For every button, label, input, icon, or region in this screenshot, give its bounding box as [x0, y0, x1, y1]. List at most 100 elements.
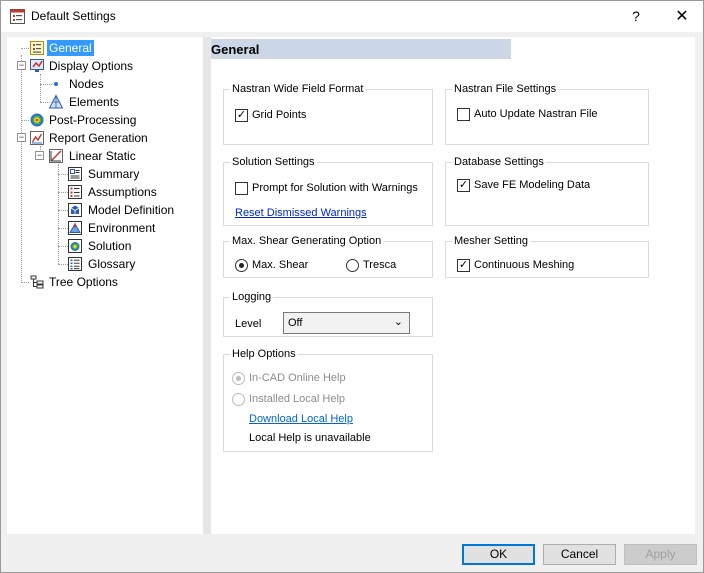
display-options-icon: [30, 59, 44, 72]
tree-item-display-options[interactable]: − Display Options: [7, 57, 197, 75]
prompt-warnings-checkbox[interactable]: [235, 182, 248, 195]
logging-level-value: Off: [288, 317, 303, 329]
window-title: Default Settings: [31, 9, 116, 23]
grid-points-checkbox[interactable]: ✓: [235, 109, 248, 122]
tree-item-solution[interactable]: Solution: [7, 237, 197, 255]
download-local-help-link[interactable]: Download Local Help: [249, 413, 353, 425]
tree-item-summary[interactable]: Summary: [7, 165, 197, 183]
group-legend: Logging: [232, 291, 272, 303]
tree-item-general[interactable]: General: [7, 39, 197, 57]
solution-settings-group: Solution Settings Prompt for Solution wi…: [223, 156, 433, 226]
tree-item-label: General: [47, 40, 94, 56]
local-help-status: Local Help is unavailable: [249, 432, 371, 444]
general-settings-icon: [30, 41, 44, 55]
tresca-radio[interactable]: [346, 259, 359, 272]
save-fe-data-checkbox[interactable]: ✓: [457, 179, 470, 192]
help-icon[interactable]: ?: [621, 1, 651, 32]
tree-item-tree-options[interactable]: Tree Options: [7, 273, 197, 291]
ok-button[interactable]: OK: [462, 544, 535, 565]
environment-icon: [68, 221, 82, 235]
apply-button[interactable]: Apply: [624, 544, 697, 565]
auto-update-nastran-label: Auto Update Nastran File: [474, 108, 598, 120]
page-area: Nastran Wide Field Format ✓ Grid Points …: [211, 61, 695, 534]
tree-item-label: Model Definition: [88, 203, 175, 217]
local-help-label: Installed Local Help: [249, 393, 346, 405]
logging-group: Logging Level Off ⌄: [223, 291, 433, 337]
tree-item-label: Linear Static: [69, 149, 136, 163]
elements-icon: [48, 94, 64, 109]
model-definition-icon: [68, 203, 82, 217]
max-shear-label: Max. Shear: [252, 259, 309, 271]
tree-item-label: Tree Options: [49, 275, 118, 289]
collapse-icon[interactable]: −: [35, 151, 44, 160]
glossary-icon: [68, 257, 82, 271]
node-dot-icon: [54, 82, 58, 86]
post-processing-icon: [30, 113, 44, 127]
group-legend: Mesher Setting: [454, 235, 528, 247]
tree-item-label: Summary: [88, 167, 140, 181]
continuous-meshing-label: Continuous Meshing: [474, 259, 575, 271]
online-help-label: In-CAD Online Help: [249, 372, 346, 384]
save-fe-data-label: Save FE Modeling Data: [474, 179, 591, 191]
max-shear-radio[interactable]: [235, 259, 248, 272]
database-settings-group: Database Settings ✓ Save FE Modeling Dat…: [445, 156, 649, 226]
settings-page: General Nastran Wide Field Format ✓ Grid…: [211, 37, 695, 534]
tree-item-elements[interactable]: Elements: [7, 93, 197, 111]
nastran-wide-field-group: Nastran Wide Field Format ✓ Grid Points: [223, 83, 433, 145]
auto-update-nastran-checkbox[interactable]: [457, 108, 470, 121]
collapse-icon[interactable]: −: [17, 133, 26, 142]
logging-level-dropdown[interactable]: Off ⌄: [283, 312, 410, 334]
assumptions-icon: [68, 185, 82, 199]
tree-item-environment[interactable]: Environment: [7, 219, 197, 237]
tree-item-glossary[interactable]: Glossary: [7, 255, 197, 273]
level-label: Level: [235, 318, 262, 330]
group-legend: Database Settings: [454, 156, 544, 168]
tree-item-label: Glossary: [88, 257, 136, 271]
tree-item-label: Post-Processing: [49, 113, 137, 127]
tresca-label: Tresca: [363, 259, 397, 271]
tree-item-label: Environment: [88, 221, 156, 235]
solution-icon: [68, 239, 82, 253]
tree-item-label: Display Options: [49, 59, 134, 73]
summary-icon: [68, 167, 82, 181]
title-bar: Default Settings ? ✕: [1, 1, 703, 32]
group-legend: Help Options: [232, 348, 296, 360]
continuous-meshing-checkbox[interactable]: ✓: [457, 259, 470, 272]
linear-static-icon: [49, 149, 63, 163]
reset-warnings-link[interactable]: Reset Dismissed Warnings: [235, 207, 367, 219]
tree-item-label: Elements: [69, 95, 120, 109]
tree-item-post-processing[interactable]: Post-Processing: [7, 111, 197, 129]
page-title: General: [211, 39, 511, 59]
mesher-setting-group: Mesher Setting ✓ Continuous Meshing: [445, 235, 649, 278]
splitter[interactable]: [203, 37, 211, 534]
settings-tree[interactable]: General − Display Options Nodes Elements…: [7, 37, 203, 534]
tree-item-label: Report Generation: [49, 131, 148, 145]
local-help-radio[interactable]: [232, 393, 245, 406]
tree-item-label: Assumptions: [88, 185, 157, 199]
tree-item-label: Solution: [88, 239, 132, 253]
default-settings-dialog: Default Settings ? ✕ General − Display O…: [0, 0, 704, 573]
tree-item-linear-static[interactable]: − Linear Static: [7, 147, 197, 165]
tree-item-nodes[interactable]: Nodes: [7, 75, 197, 93]
grid-points-label: Grid Points: [252, 109, 307, 121]
tree-item-assumptions[interactable]: Assumptions: [7, 183, 197, 201]
group-legend: Nastran File Settings: [454, 83, 557, 95]
online-help-radio[interactable]: [232, 372, 245, 385]
close-icon[interactable]: ✕: [661, 1, 703, 32]
chevron-down-icon: ⌄: [393, 316, 403, 328]
tree-item-label: Nodes: [69, 77, 104, 91]
max-shear-option-group: Max. Shear Generating Option Max. Shear …: [223, 235, 433, 278]
cancel-button[interactable]: Cancel: [543, 544, 616, 565]
group-legend: Nastran Wide Field Format: [232, 83, 364, 95]
report-generation-icon: [30, 131, 44, 145]
help-options-group: Help Options In-CAD Online Help Installe…: [223, 348, 433, 452]
prompt-warnings-label: Prompt for Solution with Warnings: [252, 182, 418, 194]
tree-item-report-generation[interactable]: − Report Generation: [7, 129, 197, 147]
collapse-icon[interactable]: −: [17, 61, 26, 70]
group-legend: Max. Shear Generating Option: [232, 235, 382, 247]
nastran-file-settings-group: Nastran File Settings Auto Update Nastra…: [445, 83, 649, 145]
tree-options-icon: [30, 275, 44, 289]
settings-app-icon: [10, 9, 25, 24]
tree-item-model-definition[interactable]: Model Definition: [7, 201, 197, 219]
group-legend: Solution Settings: [232, 156, 315, 168]
